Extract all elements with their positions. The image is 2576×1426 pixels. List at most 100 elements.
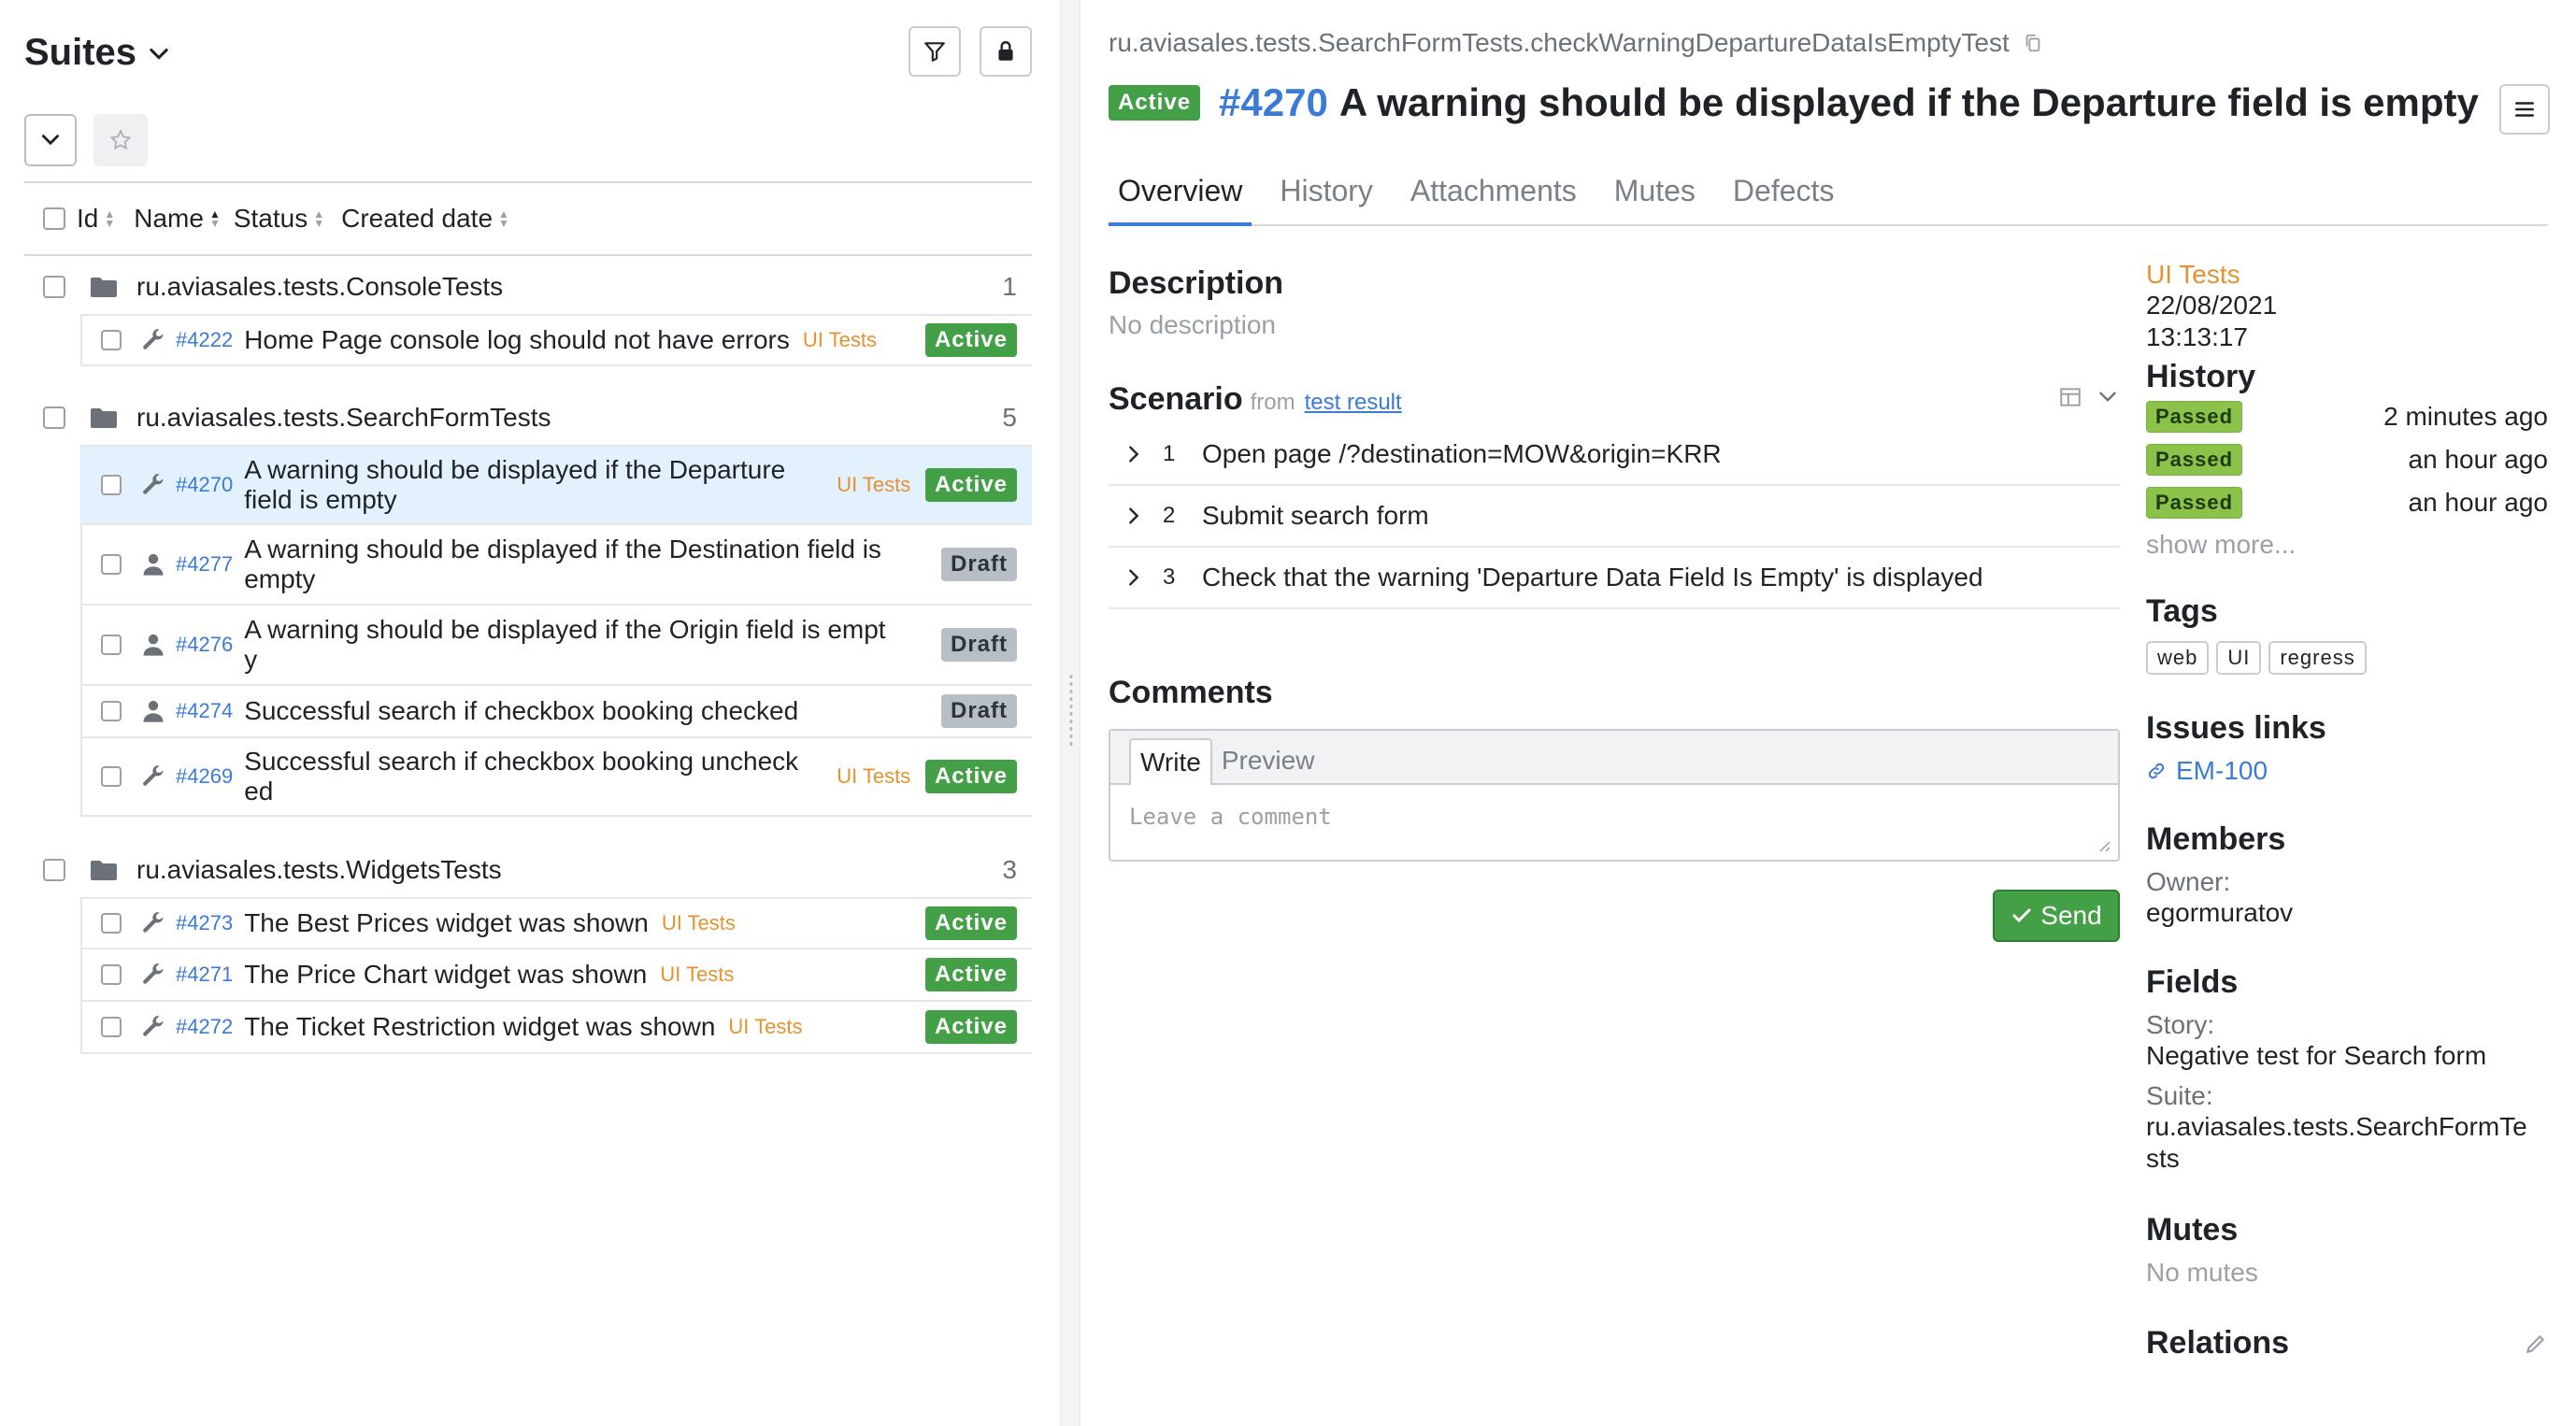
suite-row-search-form-tests[interactable]: ru.aviasales.tests.SearchFormTests 5 [24,391,1032,445]
table-row[interactable]: #4272 The Ticket Restriction widget was … [80,1002,1032,1054]
copy-icon[interactable] [2023,33,2043,53]
table-row[interactable]: #4222 Home Page console log should not h… [80,314,1032,366]
sort-id[interactable]: Id ▲ ▼ [77,204,115,234]
case-id[interactable]: #4270 [176,473,233,497]
history-row[interactable]: Passed 2 minutes ago [2146,395,2548,438]
column-status-label: Status [233,204,308,233]
suite-checkbox[interactable] [43,859,65,881]
test-result-link[interactable]: test result [1305,390,1402,416]
send-button[interactable]: Send [1993,890,2120,942]
sort-status[interactable]: Status ▲ ▼ [234,204,324,234]
history-row[interactable]: Passed an hour ago [2146,438,2548,481]
case-id[interactable]: #4277 [176,552,233,577]
resize-handle-icon[interactable] [2096,837,2111,852]
tab-overview[interactable]: Overview [1109,174,1252,226]
case-name: The Price Chart widget was shown [244,960,648,989]
history-time: an hour ago [2408,488,2548,517]
tab-preview[interactable]: Preview [1212,738,1324,783]
case-name: The Best Prices widget was shown [244,908,649,937]
suites-dropdown[interactable]: Suites [24,32,172,74]
row-checkbox[interactable] [101,635,122,655]
members-heading: Members [2146,821,2286,857]
history-row[interactable]: Passed an hour ago [2146,481,2548,524]
history-time: 2 minutes ago [2383,402,2548,431]
column-id-label: Id [77,204,99,233]
issue-link[interactable]: EM-100 [2146,756,2548,786]
tag[interactable]: web [2146,641,2210,675]
tag[interactable]: UI [2216,641,2262,675]
case-name-line: y [244,645,258,674]
suite-row-widgets-tests[interactable]: ru.aviasales.tests.WidgetsTests 3 [24,843,1032,897]
step-text: Submit search form [1202,501,1429,530]
created-time: 13:13:17 [2146,322,2248,351]
tab-history[interactable]: History [1270,174,1382,226]
scenario-step[interactable]: 2 Submit search form [1109,486,2120,548]
case-id[interactable]: #4274 [176,699,233,723]
table-row[interactable]: #4273 The Best Prices widget was shown U… [80,897,1032,949]
sort-arrows-icon: ▲ ▼ [208,207,221,230]
scenario-step[interactable]: 1 Open page /?destination=MOW&origin=KRR [1109,424,2120,486]
layout-icon[interactable] [2058,385,2082,409]
mutes-text: No mutes [2146,1258,2258,1287]
table-row[interactable]: #4276 A warning should be displayed if t… [80,606,1032,686]
folder-icon [91,408,117,428]
scenario-step[interactable]: 3 Check that the warning 'Departure Data… [1109,548,2120,609]
layer-label: UI Tests [802,328,877,351]
pencil-icon[interactable] [2524,1332,2548,1356]
status-badge: Draft [940,694,1017,728]
select-all-checkbox[interactable] [43,207,65,230]
suite-row-console-tests[interactable]: ru.aviasales.tests.ConsoleTests 1 [24,260,1032,314]
case-id[interactable]: #4269 [176,764,233,789]
row-checkbox[interactable] [101,475,122,495]
table-row-selected[interactable]: #4270 A warning should be displayed if t… [80,445,1032,525]
chevron-right-icon[interactable] [1123,444,1144,464]
row-checkbox[interactable] [101,964,122,985]
table-row[interactable]: #4274 Successful search if checkbox book… [80,686,1032,738]
favorite-button[interactable] [93,114,148,166]
suite-checkbox[interactable] [43,276,65,298]
case-id[interactable]: #4276 [176,633,233,657]
description-text: No description [1109,310,1276,339]
suite-count: 3 [1002,855,1017,884]
comment-input[interactable]: Leave a comment [1110,785,2118,848]
lock-button[interactable] [980,26,1032,77]
issues-heading: Issues links [2146,710,2326,746]
wrench-icon [143,765,164,786]
tab-write[interactable]: Write [1129,738,1212,785]
case-name-line: A warning should be displayed if the Des… [244,535,881,563]
suites-panel: Suites Id ▲ ▼ Name ▲ ▼ Status ▲ ▼ Create… [0,0,1060,1426]
case-id[interactable]: #4271 [176,963,233,987]
tab-attachments[interactable]: Attachments [1401,174,1586,226]
show-more-link[interactable]: show more... [2146,530,2548,560]
case-name-line: field is empty [244,485,397,514]
table-row[interactable]: #4269 Successful search if checkbox book… [80,738,1032,817]
case-id[interactable]: #4222 [176,328,233,352]
chevron-right-icon[interactable] [1123,506,1144,526]
table-row[interactable]: #4277 A warning should be displayed if t… [80,525,1032,606]
row-checkbox[interactable] [101,330,122,350]
chevron-down-icon[interactable] [2096,385,2120,409]
row-checkbox[interactable] [101,701,122,721]
more-menu-button[interactable] [2499,84,2550,135]
row-checkbox[interactable] [101,1017,122,1037]
sort-name[interactable]: Name ▲ ▼ [134,204,221,234]
table-row[interactable]: #4271 The Price Chart widget was shown U… [80,949,1032,1002]
filter-button[interactable] [909,26,961,77]
scenario-from: from [1250,390,1295,415]
test-case-id: #4270 [1219,80,1328,124]
row-checkbox[interactable] [101,766,122,787]
passed-badge: Passed [2146,444,2243,476]
row-checkbox[interactable] [101,913,122,934]
suite-value-line: sts [2146,1144,2180,1173]
sort-created-date[interactable]: Created date ▲ ▼ [341,204,509,234]
panel-resize-handle[interactable] [1060,0,1080,1426]
case-id[interactable]: #4273 [176,911,233,935]
suite-checkbox[interactable] [43,406,65,429]
tab-defects[interactable]: Defects [1724,174,1843,226]
expand-all-button[interactable] [24,114,77,166]
chevron-right-icon[interactable] [1123,567,1144,588]
tab-mutes[interactable]: Mutes [1605,174,1705,226]
row-checkbox[interactable] [101,554,122,575]
case-id[interactable]: #4272 [176,1015,233,1039]
tag[interactable]: regress [2268,641,2367,675]
